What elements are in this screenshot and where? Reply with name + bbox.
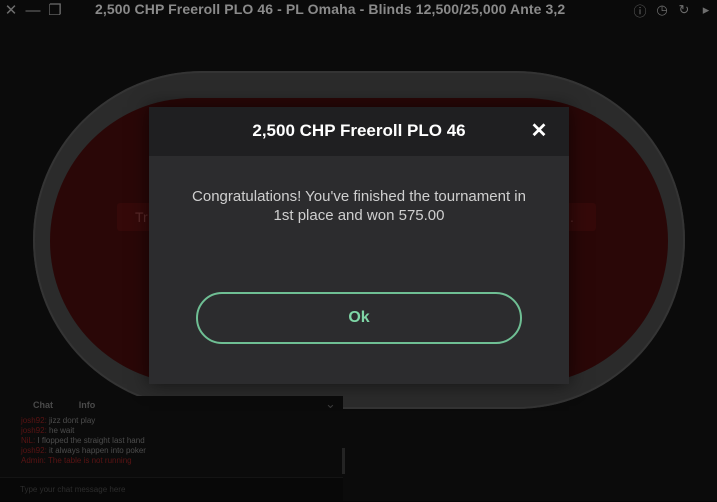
chat-message: josh92: jizz dont play — [21, 416, 96, 425]
minimize-window-icon[interactable]: — — [22, 0, 44, 20]
window-titlebar: ✕ — ❐ 2,500 CHP Freeroll PLO 46 - PL Oma… — [0, 0, 717, 20]
chat-tabs: Chat Info — [0, 400, 110, 414]
dialog-header: 2,500 CHP Freeroll PLO 46 ✕ — [149, 107, 569, 156]
close-icon[interactable]: ✕ — [529, 120, 549, 142]
chat-input[interactable]: Type your chat message here — [0, 477, 343, 501]
chevron-down-icon[interactable]: ⌄ — [325, 396, 336, 412]
restore-window-icon[interactable]: ❐ — [44, 0, 66, 20]
refresh-icon[interactable]: ↻ — [673, 0, 695, 20]
info-icon[interactable]: ⓘ — [629, 0, 651, 20]
chat-message: NiL: I flopped the straight last hand — [21, 436, 145, 445]
tournament-result-dialog: 2,500 CHP Freeroll PLO 46 ✕ Congratulati… — [149, 107, 569, 384]
history-icon[interactable]: ◷ — [651, 0, 673, 20]
panel-divider[interactable] — [342, 448, 345, 474]
tab-chat[interactable]: Chat — [20, 400, 66, 414]
chat-message-admin: Admin: The table is not running — [21, 456, 132, 465]
more-icon[interactable]: ▸ — [695, 0, 717, 20]
window-toolbar: ⓘ ◷ ↻ ▸ — [625, 0, 717, 20]
table-banner-left: Tr — [117, 203, 153, 231]
close-window-icon[interactable]: ✕ — [0, 0, 22, 20]
ok-button[interactable]: Ok — [196, 292, 522, 344]
table-banner-right: . — [566, 203, 596, 231]
chat-message: josh92: he wait — [21, 426, 75, 435]
chat-messages: josh92: jizz dont play josh92: he wait N… — [21, 416, 341, 466]
chat-panel: Chat Info ⌄ josh92: jizz dont play josh9… — [0, 396, 343, 501]
chat-message: josh92: it always happen into poker — [21, 446, 146, 455]
tab-info[interactable]: Info — [64, 400, 110, 414]
window-title: 2,500 CHP Freeroll PLO 46 - PL Omaha - B… — [95, 1, 566, 17]
dialog-title: 2,500 CHP Freeroll PLO 46 — [252, 121, 466, 140]
dialog-message: Congratulations! You've finished the tou… — [192, 188, 526, 224]
